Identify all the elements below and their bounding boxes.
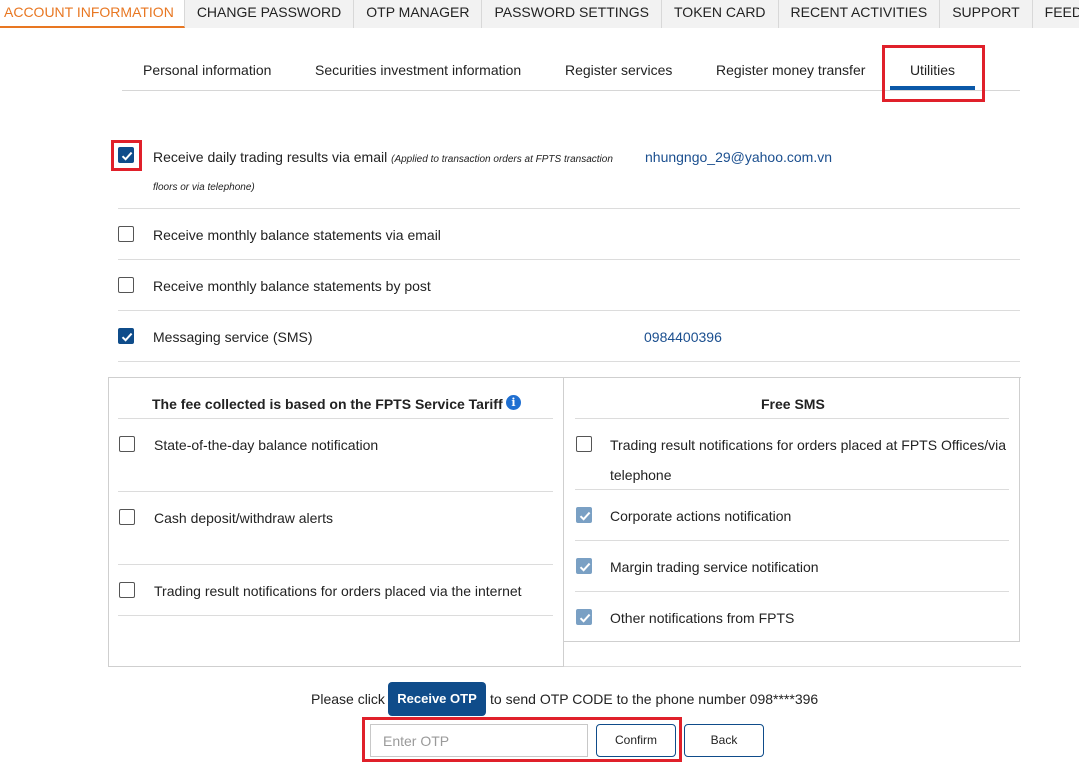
daily-email-note-line2: floors or via telephone): [153, 182, 255, 193]
row-divider: [575, 591, 1009, 592]
check-icon: [579, 613, 591, 623]
nav-recent-activities[interactable]: RECENT ACTIVITIES: [779, 0, 941, 28]
nav-change-password[interactable]: CHANGE PASSWORD: [185, 0, 355, 28]
daily-email-note: (Applied to transaction orders at FPTS t…: [391, 154, 613, 165]
sms-checkbox[interactable]: [118, 328, 134, 344]
check-icon: [579, 562, 591, 572]
margin-trading-checkbox: [576, 558, 592, 574]
monthly-post-label: Receive monthly balance statements by po…: [153, 278, 431, 294]
daily-email-label: Receive daily trading results via email …: [153, 149, 613, 165]
row-divider: [118, 615, 553, 616]
cash-alerts-label: Cash deposit/withdraw alerts: [154, 510, 333, 526]
nav-token-card[interactable]: TOKEN CARD: [662, 0, 779, 28]
monthly-post-checkbox[interactable]: [118, 277, 134, 293]
row-divider: [575, 540, 1009, 541]
info-icon[interactable]: i: [506, 395, 521, 410]
check-icon: [579, 511, 591, 521]
tab-utilities-label: Utilities: [909, 62, 956, 78]
nav-otp-manager[interactable]: OTP MANAGER: [354, 0, 483, 28]
active-tab-underline: [890, 86, 975, 90]
tab-register-services[interactable]: Register services: [565, 48, 672, 90]
row-divider: [118, 259, 1020, 260]
tab-personal-information[interactable]: Personal information: [143, 48, 271, 90]
daily-email-address: nhungngo_29@yahoo.com.vn: [645, 149, 833, 165]
tab-register-money-transfer[interactable]: Register money transfer: [716, 48, 865, 90]
internet-orders-label: Trading result notifications for orders …: [154, 583, 522, 599]
nav-support[interactable]: SUPPORT: [940, 0, 1033, 28]
row-divider: [118, 418, 553, 419]
check-icon: [121, 332, 133, 342]
tab-securities-investment[interactable]: Securities investment information: [315, 48, 521, 90]
nav-account-information[interactable]: ACCOUNT INFORMATION: [0, 0, 185, 28]
confirm-button[interactable]: Confirm: [596, 724, 676, 757]
other-notifications-label: Other notifications from FPTS: [610, 610, 795, 626]
corporate-actions-checkbox: [576, 507, 592, 523]
monthly-email-label: Receive monthly balance statements via e…: [153, 227, 441, 243]
tab-utilities[interactable]: Utilities: [890, 48, 975, 90]
row-divider: [575, 418, 1009, 419]
free-sms-title: Free SMS: [761, 396, 825, 412]
row-divider: [118, 310, 1020, 311]
row-divider: [118, 361, 1020, 362]
sms-phone-number: 0984400396: [644, 329, 722, 345]
daily-email-checkbox[interactable]: [118, 147, 134, 163]
internet-orders-checkbox[interactable]: [119, 582, 135, 598]
row-divider: [118, 564, 553, 565]
corporate-actions-label: Corporate actions notification: [610, 508, 792, 524]
back-button[interactable]: Back: [684, 724, 764, 757]
sub-tabs: Personal information Securities investme…: [122, 48, 1020, 91]
balance-notification-label: State-of-the-day balance notification: [154, 437, 379, 453]
nav-feedback[interactable]: FEEDBACK: [1033, 0, 1079, 28]
row-divider: [575, 489, 1009, 490]
office-orders-label-line2: telephone: [610, 467, 672, 483]
fee-panel-title: The fee collected is based on the FPTS S…: [152, 396, 503, 412]
nav-password-settings[interactable]: PASSWORD SETTINGS: [482, 0, 662, 28]
top-nav: ACCOUNT INFORMATION CHANGE PASSWORD OTP …: [0, 0, 1079, 28]
monthly-email-checkbox[interactable]: [118, 226, 134, 242]
sms-label: Messaging service (SMS): [153, 329, 313, 345]
cash-alerts-checkbox[interactable]: [119, 509, 135, 525]
margin-trading-label: Margin trading service notification: [610, 559, 819, 575]
receive-otp-button[interactable]: Receive OTP: [388, 682, 486, 716]
otp-input[interactable]: [370, 724, 588, 757]
otp-instruction-prefix: Please click: [311, 691, 385, 707]
office-orders-label: Trading result notifications for orders …: [610, 437, 1007, 453]
row-divider: [118, 208, 1020, 209]
box-bottom-line: [564, 666, 1020, 667]
other-notifications-checkbox: [576, 609, 592, 625]
otp-instruction-suffix: to send OTP CODE to the phone number 098…: [490, 691, 819, 707]
row-divider: [118, 491, 553, 492]
office-orders-checkbox[interactable]: [576, 436, 592, 452]
balance-notification-checkbox[interactable]: [119, 436, 135, 452]
check-icon: [121, 151, 133, 161]
